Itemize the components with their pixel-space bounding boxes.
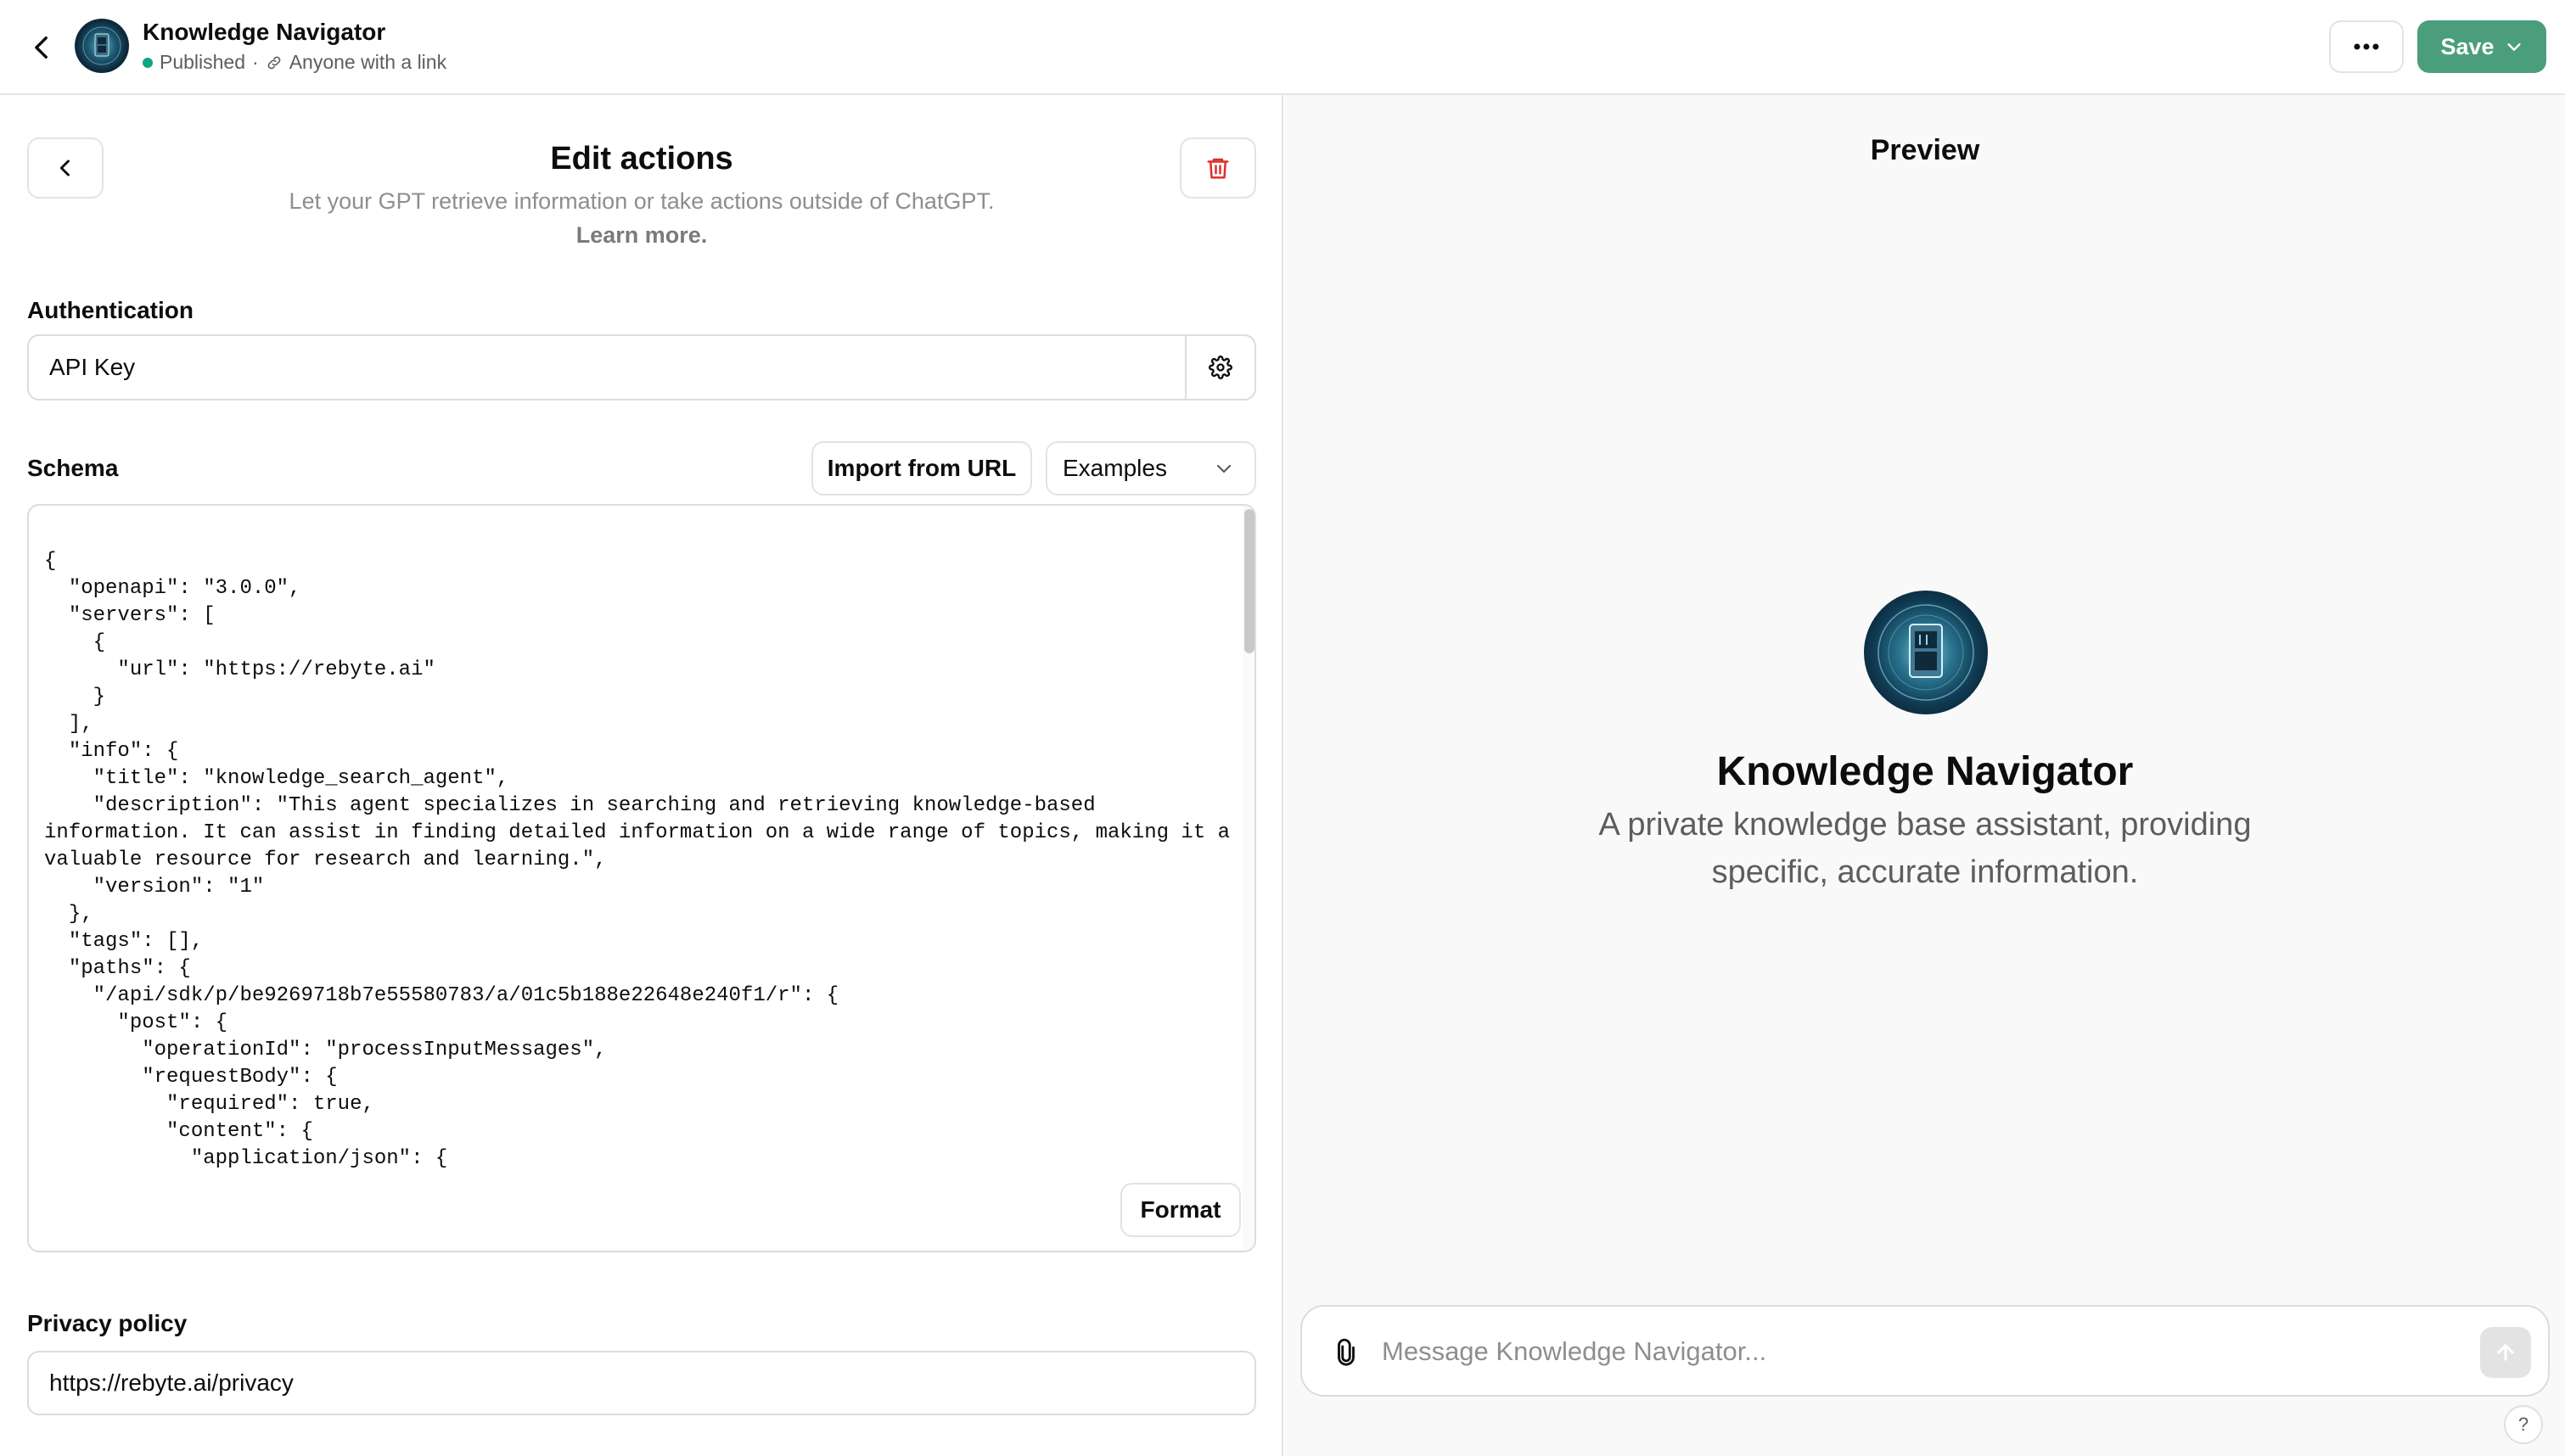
- ellipsis-icon: [2354, 43, 2379, 50]
- page-subtitle: Let your GPT retrieve information or tak…: [289, 188, 995, 214]
- preview-panel: Preview Knowledge Navigator A private kn…: [1285, 95, 2565, 1456]
- top-bar: Knowledge Navigator Published · Anyone w…: [0, 0, 2565, 95]
- privacy-policy-input[interactable]: https://rebyte.ai/privacy: [27, 1351, 1256, 1415]
- gpt-avatar-large: [1864, 591, 1988, 714]
- arrow-up-icon: [2497, 1344, 2514, 1361]
- send-button[interactable]: [2480, 1327, 2531, 1378]
- publish-status: Published · Anyone with a link: [143, 51, 446, 74]
- paperclip-icon: [1338, 1338, 1355, 1366]
- page-title: Edit actions: [550, 141, 733, 176]
- schema-scrollbar-thumb[interactable]: [1244, 509, 1254, 653]
- status-dot: [143, 57, 153, 68]
- visibility-label[interactable]: Anyone with a link: [289, 51, 446, 74]
- gpt-avatar: [75, 19, 129, 73]
- examples-label: Examples: [1063, 455, 1167, 481]
- privacy-policy-label: Privacy policy: [27, 1310, 188, 1336]
- schema-editor[interactable]: { "openapi": "3.0.0", "servers": [ { "ur…: [27, 504, 1256, 1252]
- authentication-settings-button[interactable]: [1185, 336, 1254, 399]
- back-button[interactable]: [19, 24, 66, 71]
- examples-dropdown[interactable]: Examples: [1046, 441, 1256, 496]
- attach-button[interactable]: [1324, 1330, 1368, 1375]
- message-composer: [1300, 1305, 2550, 1397]
- chevron-left-icon: [35, 36, 48, 59]
- delete-action-button[interactable]: [1180, 137, 1256, 199]
- chevron-down-icon: [2506, 43, 2521, 51]
- trash-icon: [1207, 158, 1229, 179]
- schema-code[interactable]: { "openapi": "3.0.0", "servers": [ { "ur…: [44, 548, 1232, 1173]
- save-button[interactable]: Save: [2417, 20, 2546, 73]
- message-input[interactable]: [1382, 1324, 2434, 1380]
- save-label: Save: [2440, 33, 2495, 59]
- authentication-field: API Key: [27, 334, 1256, 400]
- link-icon: [267, 56, 281, 69]
- more-options-button[interactable]: [2329, 20, 2404, 73]
- edit-actions-panel: Edit actions Let your GPT retrieve infor…: [0, 95, 1283, 1456]
- status-separator: ·: [252, 51, 259, 73]
- status-label: Published: [160, 51, 246, 73]
- gpt-title: Knowledge Navigator: [143, 19, 386, 45]
- preview-gpt-description: A private knowledge base assistant, prov…: [1598, 807, 2252, 890]
- authentication-value[interactable]: API Key: [29, 336, 1185, 399]
- gear-icon: [1209, 356, 1232, 379]
- learn-more-link[interactable]: Learn more.: [0, 222, 1283, 249]
- format-button[interactable]: Format: [1120, 1183, 1241, 1237]
- chevron-down-icon: [1216, 464, 1232, 473]
- preview-title: Preview: [1870, 134, 1980, 166]
- import-from-url-button[interactable]: Import from URL: [811, 441, 1032, 496]
- preview-gpt-name: Knowledge Navigator: [1716, 749, 2134, 794]
- help-button[interactable]: ?: [2504, 1405, 2543, 1444]
- schema-label: Schema: [27, 455, 119, 481]
- authentication-label: Authentication: [27, 297, 194, 323]
